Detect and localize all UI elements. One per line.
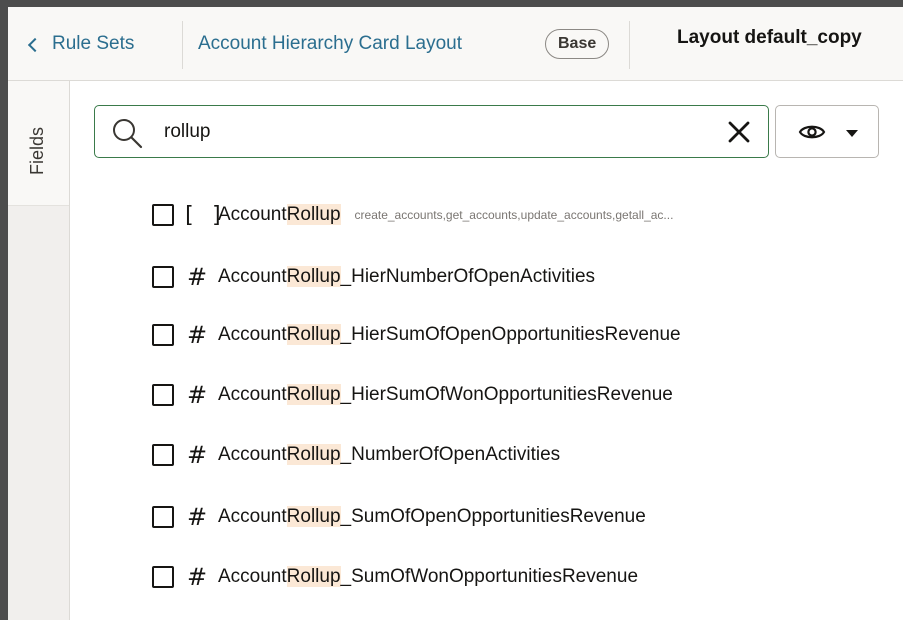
search-icon	[113, 119, 143, 149]
app-frame: Rule Sets Account Hierarchy Card Layout …	[0, 0, 903, 620]
field-name[interactable]: AccountRollup	[218, 204, 341, 226]
fields-tab-label: Fields	[27, 126, 47, 175]
field-checkbox[interactable]	[152, 204, 174, 226]
field-checkbox[interactable]	[152, 444, 174, 466]
eye-icon	[798, 125, 826, 139]
field-name[interactable]: AccountRollup_HierSumOfOpenOpportunities…	[218, 324, 681, 346]
rail-divider	[69, 81, 70, 620]
left-rail: Fields	[8, 81, 70, 620]
search-input[interactable]	[164, 118, 714, 146]
clear-search-icon[interactable]	[726, 119, 752, 145]
layout-link-label: Account Hierarchy Card Layout	[198, 33, 463, 54]
search-match-highlight: Rollup	[286, 444, 341, 465]
field-checkbox[interactable]	[152, 384, 174, 406]
array-type-icon: [ ]	[182, 202, 225, 228]
chevron-left-icon	[27, 37, 43, 52]
layout-title: Layout default_copy	[677, 27, 862, 48]
back-link-label: Rule Sets	[52, 33, 135, 54]
field-name[interactable]: AccountRollup_HierSumOfWonOpportunitiesR…	[218, 384, 673, 406]
field-row: # AccountRollup_SumOfOpenOpportunitiesRe…	[152, 499, 646, 535]
field-row: # AccountRollup_HierSumOfWonOpportunitie…	[152, 377, 673, 413]
field-name[interactable]: AccountRollup_SumOfWonOpportunitiesReven…	[218, 566, 638, 588]
field-row: [ ] AccountRollup create_accounts,get_ac…	[152, 197, 835, 233]
field-name[interactable]: AccountRollup_SumOfOpenOpportunitiesReve…	[218, 506, 646, 528]
base-badge: Base	[545, 29, 610, 59]
number-type-icon: #	[186, 321, 208, 349]
field-operations: create_accounts,get_accounts,update_acco…	[354, 208, 674, 222]
search-match-highlight: Rollup	[286, 566, 341, 587]
field-name[interactable]: AccountRollup_NumberOfOpenActivities	[218, 444, 560, 466]
search-match-highlight: Rollup	[286, 324, 341, 345]
field-checkbox[interactable]	[152, 566, 174, 588]
view-options-button[interactable]	[775, 105, 879, 158]
header-divider	[182, 21, 183, 69]
number-type-icon: #	[186, 563, 208, 591]
number-type-icon: #	[186, 381, 208, 409]
back-to-rule-sets-link[interactable]: Rule Sets	[27, 31, 135, 57]
search-match-highlight: Rollup	[286, 384, 341, 405]
field-row: # AccountRollup_HierSumOfOpenOpportuniti…	[152, 317, 681, 353]
page-header: Rule Sets Account Hierarchy Card Layout …	[8, 7, 903, 81]
layout-breadcrumb-link[interactable]: Account Hierarchy Card Layout	[198, 31, 462, 57]
field-checkbox[interactable]	[152, 266, 174, 288]
window-top-border	[0, 0, 903, 7]
search-match-highlight: Rollup	[286, 204, 341, 225]
number-type-icon: #	[186, 503, 208, 531]
field-name[interactable]: AccountRollup_HierNumberOfOpenActivities	[218, 266, 595, 288]
field-checkbox[interactable]	[152, 324, 174, 346]
field-row: # AccountRollup_HierNumberOfOpenActiviti…	[152, 259, 595, 295]
field-row: # AccountRollup_NumberOfOpenActivities	[152, 437, 560, 473]
search-match-highlight: Rollup	[286, 506, 341, 527]
search-match-highlight: Rollup	[286, 266, 341, 287]
number-type-icon: #	[186, 263, 208, 291]
field-row: # AccountRollup_SumOfWonOpportunitiesRev…	[152, 559, 638, 595]
window-left-border	[0, 0, 8, 620]
field-checkbox[interactable]	[152, 506, 174, 528]
header-divider	[629, 21, 630, 69]
chevron-down-icon	[846, 130, 858, 137]
number-type-icon: #	[186, 441, 208, 469]
search-box	[94, 105, 769, 158]
tab-fields[interactable]: Fields	[8, 81, 70, 206]
